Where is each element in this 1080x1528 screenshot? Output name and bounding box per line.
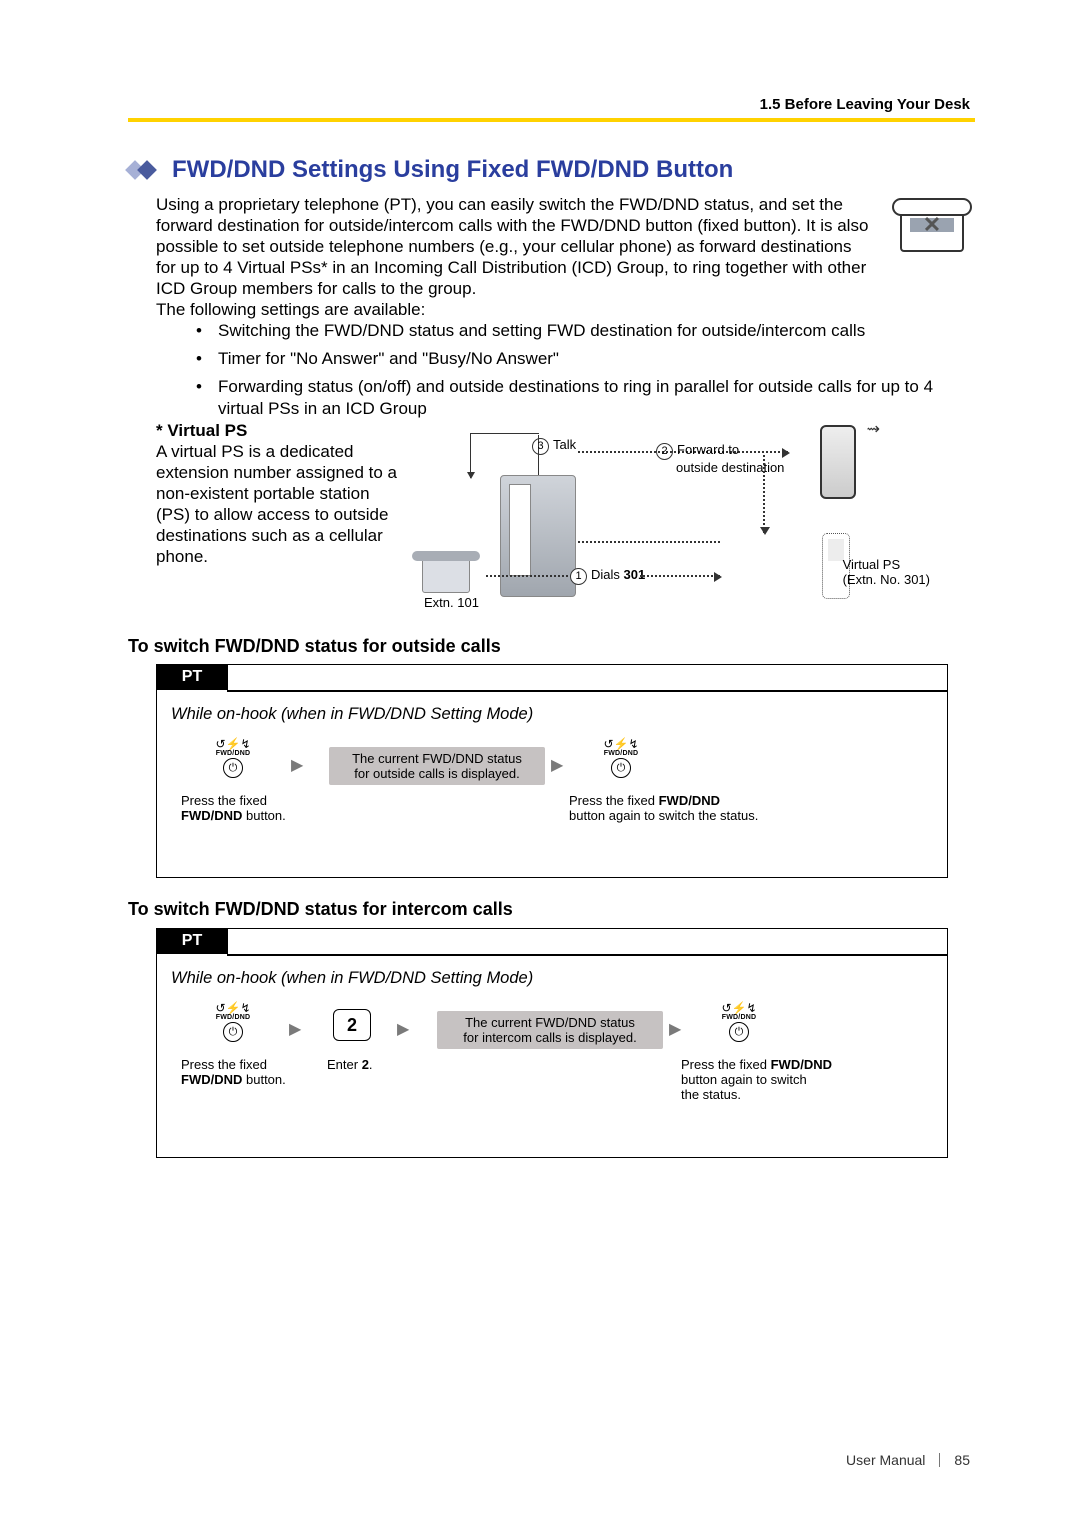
fwd-dnd-button-icon: ↺⚡↯ FWD/DND ⏻ <box>211 1003 255 1042</box>
fwd-dnd-button-icon: ↺⚡↯ FWD/DND ⏻ <box>717 1003 761 1042</box>
mode-note: While on-hook (when in FWD/DND Setting M… <box>171 705 533 724</box>
virtual-ps-block: * Virtual PS A virtual PS is a dedicated… <box>156 420 406 567</box>
intercom-calls-heading: To switch FWD/DND status for intercom ca… <box>128 899 513 920</box>
mode-note: While on-hook (when in FWD/DND Setting M… <box>171 969 533 988</box>
arrow-icon: ▶ <box>551 755 563 775</box>
pbx-icon <box>500 475 576 597</box>
bullet-item: Timer for "No Answer" and "Busy/No Answe… <box>218 348 559 370</box>
caption-enter-2: Enter 2. <box>327 1057 407 1072</box>
signal-icon: ⇝ <box>867 419 880 439</box>
caption-press-again: Press the fixed FWD/DND button again to … <box>569 793 829 823</box>
arrow-icon: ▶ <box>291 755 303 775</box>
steps-intercom: ↺⚡↯ FWD/DND ⏻ Press the fixed FWD/DND bu… <box>171 997 933 1157</box>
steps-outside: ↺⚡↯ FWD/DND ⏻ Press the fixed FWD/DND bu… <box>171 733 933 877</box>
page-number: 85 <box>954 1452 970 1468</box>
virtual-ps-text: A virtual PS is a dedicated extension nu… <box>156 441 406 567</box>
key-2: 2 <box>333 1009 371 1041</box>
fwd-dnd-button-icon: ↺⚡↯ FWD/DND ⏻ <box>211 739 255 778</box>
bullet-item: Switching the FWD/DND status and setting… <box>218 320 865 342</box>
outside-calls-heading: To switch FWD/DND status for outside cal… <box>128 636 501 657</box>
status-display-box: The current FWD/DND status for outside c… <box>329 747 545 785</box>
virtual-ps-heading: * Virtual PS <box>156 420 406 441</box>
caption-press-again: Press the fixed FWD/DND button again to … <box>681 1057 901 1102</box>
status-display-box: The current FWD/DND status for intercom … <box>437 1011 663 1049</box>
bullet-item: Forwarding status (on/off) and outside d… <box>218 376 960 420</box>
caption-press-fixed: Press the fixed FWD/DND button. <box>181 793 311 823</box>
page-footer: User Manual 85 <box>846 1452 970 1468</box>
virtual-ps-diagram: 3Talk 2Forward to outside destination ⇝ … <box>410 425 950 620</box>
footer-label: User Manual <box>846 1452 925 1468</box>
diagram-talk-label: 3Talk <box>532 437 576 455</box>
section-header: 1.5 Before Leaving Your Desk <box>760 96 970 113</box>
pt-badge: PT <box>156 928 228 954</box>
pt-badge: PT <box>156 664 228 690</box>
intro-paragraph: Using a proprietary telephone (PT), you … <box>156 194 870 320</box>
page-accent-rule <box>128 118 975 122</box>
arrow-icon: ▶ <box>289 1019 301 1039</box>
cell-phone-icon <box>820 425 856 499</box>
diagram-dials-label: 1Dials 301 <box>570 567 645 585</box>
title-row: FWD/DND Settings Using Fixed FWD/DND But… <box>128 156 733 184</box>
procedure-outside-box: PT While on-hook (when in FWD/DND Settin… <box>156 664 948 878</box>
arrow-icon: ▶ <box>669 1019 681 1039</box>
diagram-vps-label: Virtual PS(Extn. No. 301) <box>843 557 930 587</box>
fwd-dnd-button-icon: ↺⚡↯ FWD/DND ⏻ <box>599 739 643 778</box>
procedure-intercom-box: PT While on-hook (when in FWD/DND Settin… <box>156 928 948 1158</box>
bullet-list: •Switching the FWD/DND status and settin… <box>196 320 960 426</box>
phone-dnd-icon: ✕ <box>896 198 968 254</box>
title-diamonds-icon <box>128 158 166 182</box>
caption-press-fixed: Press the fixed FWD/DND button. <box>181 1057 311 1087</box>
page-title: FWD/DND Settings Using Fixed FWD/DND But… <box>172 156 733 184</box>
diagram-extn-label: Extn. 101 <box>424 595 479 610</box>
arrow-icon: ▶ <box>397 1019 409 1039</box>
desk-phone-icon <box>414 545 478 593</box>
